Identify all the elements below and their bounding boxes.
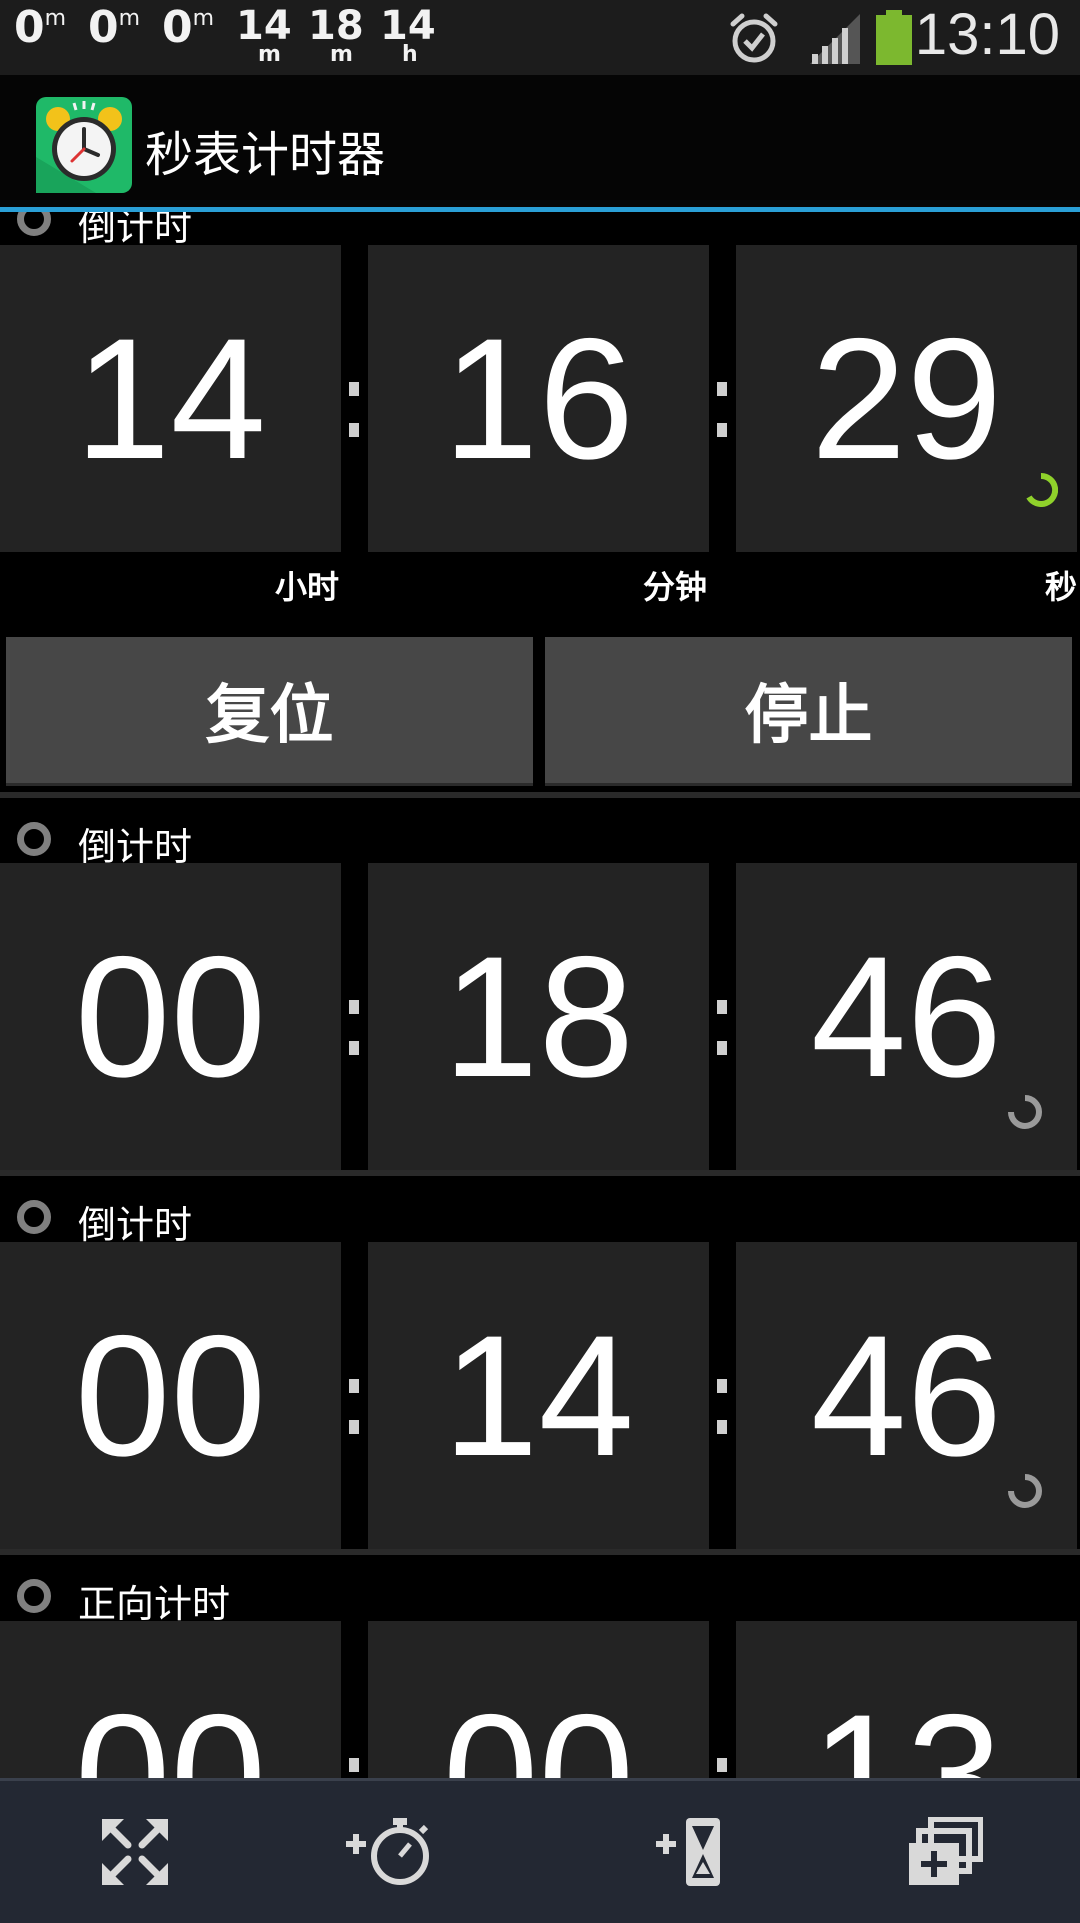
hours-display[interactable]: 00: [0, 863, 341, 1170]
minutes-display[interactable]: 16: [368, 245, 709, 552]
add-countdown-icon: [656, 1818, 720, 1886]
minutes-display[interactable]: 14: [368, 1242, 709, 1549]
notification-item: 14 m: [236, 3, 292, 67]
colon-separator: [349, 1379, 359, 1434]
timer-type-label: 倒计时: [78, 1203, 193, 1247]
minutes-value: 18: [442, 921, 635, 1113]
notification-item: 0m: [14, 2, 67, 53]
minutes-value: 00: [442, 1679, 635, 1778]
action-bar: 秒表计时器: [0, 75, 1080, 212]
seconds-value: 46: [810, 1300, 1003, 1492]
seconds-display[interactable]: 46: [736, 863, 1077, 1170]
colon-separator: [349, 382, 359, 437]
hours-value: 00: [74, 1300, 267, 1492]
notification-item: 0m: [162, 2, 215, 53]
timer-header[interactable]: 倒计时: [0, 810, 1080, 869]
minutes-value: 16: [442, 303, 635, 495]
seconds-display[interactable]: 13: [736, 1621, 1077, 1778]
seconds-display[interactable]: 46: [736, 1242, 1077, 1549]
notification-item: 14 h: [380, 3, 436, 67]
divider: [0, 1549, 1080, 1555]
seconds-value: 13: [810, 1679, 1003, 1778]
colon-separator: [717, 1379, 727, 1434]
fullscreen-button[interactable]: [0, 1781, 270, 1923]
divider: [0, 1170, 1080, 1176]
progress-spinner-icon: [1026, 473, 1058, 507]
radio-icon[interactable]: [17, 822, 51, 856]
hours-value: 00: [74, 921, 267, 1113]
radio-icon[interactable]: [17, 212, 51, 236]
app-logo-icon[interactable]: [36, 97, 132, 193]
seconds-display[interactable]: 29: [736, 245, 1077, 552]
reset-button[interactable]: 复位: [6, 637, 533, 786]
colon-separator: [717, 1000, 727, 1055]
colon-separator: [349, 1758, 359, 1778]
hours-value: 00: [74, 1679, 267, 1778]
bottom-toolbar: [0, 1778, 1080, 1923]
hours-display[interactable]: 00: [0, 1621, 341, 1778]
notification-item: 18 m: [308, 3, 364, 67]
stop-button[interactable]: 停止: [545, 637, 1072, 786]
add-stopwatch-button[interactable]: [255, 1781, 525, 1923]
add-stopwatch-icon: [346, 1818, 429, 1885]
radio-icon[interactable]: [17, 1200, 51, 1234]
timer-list[interactable]: 倒计时 14 16 29 小时 分钟 秒 复位 停止 倒计时 00 18 46: [0, 212, 1080, 1778]
minutes-display[interactable]: 18: [368, 863, 709, 1170]
colon-separator: [717, 382, 727, 437]
hours-value: 14: [74, 303, 267, 495]
progress-spinner-icon: [1008, 1474, 1042, 1508]
progress-spinner-icon: [1008, 1095, 1042, 1129]
status-time: 13:10: [914, 2, 1060, 67]
seconds-value: 29: [810, 303, 1003, 495]
add-countdown-button[interactable]: [555, 1781, 825, 1923]
hours-display[interactable]: 14: [0, 245, 341, 552]
minutes-value: 14: [442, 1300, 635, 1492]
timer-type-label: 正向计时: [78, 1582, 231, 1626]
seconds-unit-label: 秒: [1045, 568, 1078, 606]
expand-icon: [102, 1819, 168, 1885]
minutes-unit-label: 分钟: [643, 568, 708, 606]
divider: [0, 792, 1080, 798]
seconds-value: 46: [810, 921, 1003, 1113]
colon-separator: [349, 1000, 359, 1055]
timer-header[interactable]: 倒计时: [0, 1188, 1080, 1247]
app-title: 秒表计时器: [145, 127, 386, 183]
signal-icon: [810, 14, 860, 64]
hours-unit-label: 小时: [275, 568, 340, 606]
timer-header[interactable]: 倒计时: [0, 212, 1080, 249]
timer-header[interactable]: 正向计时: [0, 1567, 1080, 1626]
alarm-clock-icon: [730, 13, 778, 63]
radio-icon[interactable]: [17, 1579, 51, 1613]
add-window-icon: [909, 1817, 983, 1885]
battery-icon: [876, 10, 912, 65]
minutes-display[interactable]: 00: [368, 1621, 709, 1778]
notification-item: 0m: [88, 2, 141, 53]
colon-separator: [717, 1758, 727, 1778]
status-bar: 0m 0m 0m 14 m 18 m 14 h 13:10: [0, 0, 1080, 75]
hours-display[interactable]: 00: [0, 1242, 341, 1549]
new-window-button[interactable]: [810, 1781, 1080, 1923]
